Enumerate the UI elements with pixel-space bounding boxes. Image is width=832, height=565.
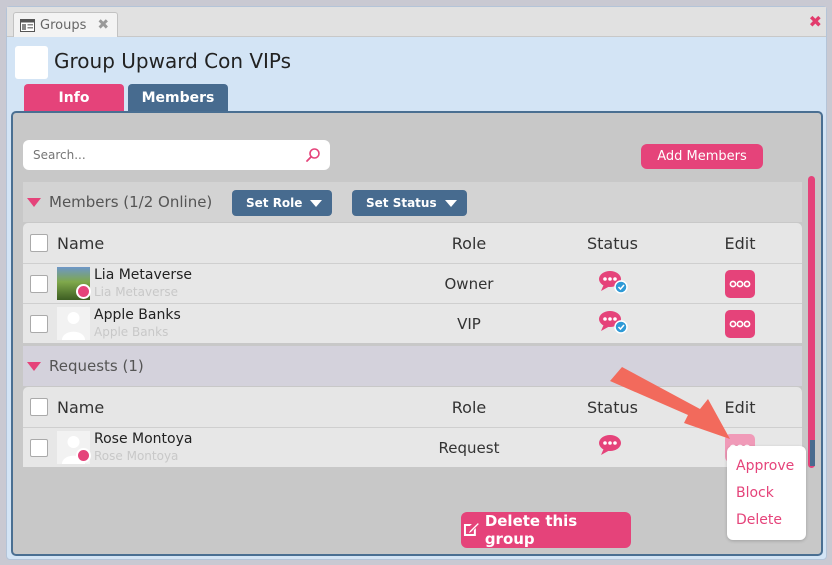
delete-group-label: Delete this group [484,512,578,548]
member-name[interactable]: Lia Metaverse [94,266,192,284]
member-names: Rose Montoya Rose Montoya [94,430,192,465]
row-checkbox[interactable] [30,274,48,293]
col-status: Status [587,233,638,253]
requests-section-title: Requests (1) [49,357,144,375]
edit-button[interactable] [725,309,755,338]
set-role-dropdown[interactable]: Set Role [232,190,333,216]
col-name: Name [57,397,105,417]
window-icon [20,18,35,32]
member-name[interactable]: Rose Montoya [94,430,192,448]
arrow-pointer [610,367,730,439]
set-status-dropdown[interactable]: Set Status [352,190,467,216]
chevron-down-icon [310,199,323,207]
close-icon[interactable]: ✖ [809,12,822,31]
chat-bubble-icon[interactable] [598,270,628,294]
member-role: Owner [444,274,494,293]
col-role: Role [451,397,487,417]
scrollbar[interactable] [808,176,815,468]
tab-members[interactable]: Members [128,84,228,112]
collapse-triangle-icon[interactable] [27,361,41,371]
avatar[interactable] [57,307,90,340]
close-icon[interactable]: ✖ [97,17,109,33]
title-bar: Groups ✖ ✖ [7,7,826,37]
group-avatar [15,46,48,79]
online-indicator [76,284,91,299]
page-title: Group Upward Con VIPs [54,49,292,73]
search-input[interactable] [23,140,293,170]
member-cell: Rose Montoya Rose Montoya [48,430,403,465]
col-edit: Edit [724,233,756,253]
select-all-checkbox[interactable] [30,398,48,416]
menu-item-delete[interactable]: Delete [736,512,782,528]
edit-button[interactable] [725,269,755,298]
edit-pencil-icon [463,523,479,536]
chevron-down-icon [444,199,457,207]
member-names: Lia Metaverse Lia Metaverse [94,266,192,301]
more-dots-icon [729,320,751,327]
chat-bubble-icon[interactable] [598,310,628,334]
member-subname: Lia Metaverse [94,285,179,299]
member-cell: Apple Banks Apple Banks [48,306,403,341]
member-subname: Rose Montoya [94,449,179,463]
edit-dropdown-menu: Approve Block Delete [727,446,806,540]
member-role: Request [438,438,500,457]
member-names: Apple Banks Apple Banks [94,306,181,341]
online-indicator [76,448,91,463]
set-role-label: Set Role [246,196,303,210]
status-cell [535,270,690,298]
search-box [23,140,330,170]
set-status-label: Set Status [366,196,437,210]
member-cell: Lia Metaverse Lia Metaverse [48,266,403,301]
col-role: Role [451,233,487,253]
avatar[interactable] [57,267,91,300]
tab-info[interactable]: Info [24,84,124,112]
members-table-header: Name Role Status Edit [23,223,802,263]
more-dots-icon [729,280,751,287]
table-row[interactable]: Apple Banks Apple Banks VIP [23,303,802,343]
edit-cell [690,309,790,338]
member-name[interactable]: Apple Banks [94,306,181,324]
window-tab[interactable]: Groups ✖ [13,12,119,37]
table-row[interactable]: Lia Metaverse Lia Metaverse Owner [23,263,802,303]
col-name: Name [57,233,105,253]
collapse-triangle-icon[interactable] [27,197,41,207]
edit-cell [690,269,790,298]
menu-item-block[interactable]: Block [736,485,774,501]
avatar[interactable] [57,431,91,464]
status-cell [535,310,690,338]
member-role: VIP [457,314,481,333]
delete-group-button[interactable]: Delete this group [461,512,631,548]
search-icon[interactable] [305,147,321,163]
member-subname: Apple Banks [94,325,169,339]
members-section-title: Members (1/2 Online) [49,193,213,211]
add-members-button[interactable]: Add Members [641,144,763,169]
row-checkbox[interactable] [30,438,48,457]
groups-window: Groups ✖ ✖ Group Upward Con VIPs Info Me… [6,6,827,560]
menu-item-approve[interactable]: Approve [736,458,794,474]
members-panel: Add Members Members (1/2 Online) Set Rol… [11,111,823,556]
scrollbar-track[interactable] [810,440,815,466]
members-section-header[interactable]: Members (1/2 Online) Set Role Set Status [23,182,802,222]
window-tab-title: Groups [40,17,87,33]
row-checkbox[interactable] [30,314,48,333]
select-all-checkbox[interactable] [30,234,48,252]
